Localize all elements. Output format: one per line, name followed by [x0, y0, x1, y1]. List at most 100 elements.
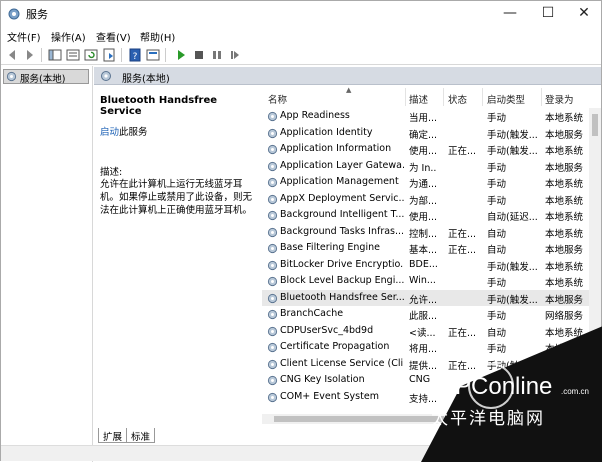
restart-service-icon[interactable]	[227, 47, 243, 63]
column-header-status[interactable]: 状态	[448, 92, 467, 106]
cell-status: 正在...	[448, 245, 477, 256]
column-header-logon-as[interactable]: 登录为	[545, 92, 574, 106]
watermark-domain: .com.cn	[561, 387, 589, 396]
watermark-brand: PConline	[455, 373, 552, 400]
cell-startup-type: 手动(触发...	[487, 129, 538, 141]
cell-logon-as: 本地服务	[545, 129, 584, 141]
menu-bar: 文件(F) 操作(A) 查看(V) 帮助(H)	[1, 27, 601, 45]
tab-extended[interactable]: 扩展	[98, 428, 128, 443]
service-description-panel: Bluetooth Handsfree Service 启动此服务 描述: 允许…	[94, 86, 260, 426]
gear-icon	[267, 309, 278, 320]
properties-icon[interactable]	[145, 47, 161, 63]
tree-item-label: 服务(本地)	[20, 74, 66, 85]
gear-icon	[101, 71, 111, 81]
menu-view[interactable]: 查看(V)	[96, 29, 131, 44]
gear-icon	[267, 243, 278, 254]
scroll-thumb[interactable]	[274, 416, 444, 422]
gear-icon	[267, 128, 278, 139]
table-row[interactable]: Application Information 使用... 正在... 手动(触发..…	[262, 141, 601, 158]
cell-description: 当用...	[409, 113, 437, 124]
table-row[interactable]: Background Intelligent T... 使用... 自动(延迟...…	[262, 207, 601, 224]
start-service-link[interactable]: 启动	[100, 127, 119, 138]
cell-logon-as: 本地服务	[545, 162, 584, 174]
table-row[interactable]: Background Tasks Infras... 控制... 正在... 自动 本地…	[262, 224, 601, 241]
close-button[interactable]: ✕	[567, 1, 601, 27]
table-row[interactable]: BranchCache 此服... 手动 网络服务	[262, 306, 601, 323]
minimize-button[interactable]: —	[493, 1, 527, 27]
pane-title: 服务(本地)	[122, 74, 170, 85]
scroll-thumb[interactable]	[592, 114, 598, 136]
cell-description: 允许...	[409, 294, 437, 306]
toolbar: ?	[1, 45, 601, 65]
cell-startup-type: 手动	[487, 113, 507, 124]
forward-arrow-icon[interactable]	[21, 47, 37, 63]
cell-description: 为通...	[409, 179, 437, 190]
list-view-icon[interactable]	[65, 47, 81, 63]
menu-action[interactable]: 操作(A)	[51, 29, 86, 44]
cell-startup-type: 手动	[487, 162, 507, 174]
gear-icon	[267, 375, 278, 386]
column-divider[interactable]	[541, 88, 542, 106]
cell-startup-type: 手动(触发...	[487, 261, 538, 273]
cell-logon-as: 本地系统	[545, 212, 584, 223]
stop-service-icon[interactable]	[191, 47, 207, 63]
gear-icon	[267, 194, 278, 205]
cell-startup-type: 自动(延迟...	[487, 212, 538, 223]
table-row[interactable]: Base Filtering Engine 基本... 正在... 自动 本地服务	[262, 240, 601, 257]
gear-icon	[267, 293, 278, 304]
pause-service-icon[interactable]	[209, 47, 225, 63]
cell-logon-as: 本地系统	[545, 195, 584, 207]
column-header-description[interactable]: 描述	[409, 92, 428, 106]
cell-name: CNG Key Isolation	[280, 374, 365, 385]
column-divider[interactable]	[405, 88, 406, 106]
table-row[interactable]: Application Management 为通... 手动 本地系统	[262, 174, 601, 191]
menu-file[interactable]: 文件(F)	[7, 29, 41, 44]
cell-logon-as: 本地服务	[545, 294, 584, 306]
cell-name: Application Identity	[280, 126, 373, 138]
gear-icon	[267, 227, 278, 238]
gear-icon	[267, 144, 278, 155]
column-divider[interactable]	[482, 88, 483, 106]
tab-standard[interactable]: 标准	[126, 428, 156, 443]
cell-name: Certificate Propagation	[280, 341, 390, 352]
title-bar: 服务 — ☐ ✕	[1, 1, 601, 27]
column-divider[interactable]	[443, 88, 444, 106]
description-text: 允许在此计算机上运行无线蓝牙耳机。如果停止或禁用了此设备，则无法在此计算机上正确…	[100, 179, 253, 216]
cell-name: Bluetooth Handsfree Ser...	[280, 291, 404, 303]
table-row[interactable]: App Readiness 当用... 手动 本地系统	[262, 108, 601, 125]
gear-icon	[267, 359, 278, 370]
menu-help[interactable]: 帮助(H)	[140, 29, 175, 44]
watermark-cn: 太平洋电脑网	[431, 409, 545, 429]
cell-description: BDE...	[409, 258, 437, 270]
table-row[interactable]: AppX Deployment Servic... 为部... 手动 本地系统	[262, 191, 601, 208]
gear-icon	[267, 210, 278, 221]
cell-startup-type: 自动	[487, 245, 507, 256]
cell-description: 为 In...	[409, 162, 437, 174]
cell-startup-type: 手动(触发...	[487, 294, 538, 306]
table-row[interactable]: Bluetooth Handsfree Ser... 允许... 手动(触发... 本…	[262, 289, 601, 306]
maximize-button[interactable]: ☐	[531, 1, 565, 27]
table-row[interactable]: Application Layer Gatewa... 为 In... 手动 本地服务	[262, 158, 601, 175]
column-header-name[interactable]: 名称	[268, 92, 287, 106]
console-tree-icon[interactable]	[47, 47, 63, 63]
table-row[interactable]: Block Level Backup Engi... Win... 手动 本地系统	[262, 273, 601, 290]
cell-description: Win...	[409, 275, 436, 286]
export-list-icon[interactable]	[101, 47, 117, 63]
cell-description: 使用...	[409, 146, 437, 157]
tree-item-services-local[interactable]: 服务(本地)	[3, 69, 89, 85]
gear-icon	[267, 276, 278, 287]
refresh-icon[interactable]	[83, 47, 99, 63]
start-service-icon[interactable]	[173, 47, 189, 63]
cell-startup-type: 自动	[487, 228, 507, 240]
cell-name: Client License Service (Cli...	[280, 357, 404, 369]
cell-description: 此服...	[409, 311, 437, 322]
help-icon[interactable]: ?	[127, 47, 143, 63]
cell-logon-as: 本地系统	[545, 228, 584, 240]
gear-icon	[267, 260, 278, 271]
cell-name: Application Information	[280, 143, 392, 154]
back-arrow-icon[interactable]	[5, 47, 21, 63]
table-row[interactable]: Application Identity 确定... 手动(触发... 本地服务	[262, 125, 601, 142]
cell-description: 为部...	[409, 195, 437, 207]
table-row[interactable]: BitLocker Drive Encryptio... BDE... 手动(触发.…	[262, 257, 601, 274]
column-header-startup-type[interactable]: 启动类型	[487, 92, 525, 106]
